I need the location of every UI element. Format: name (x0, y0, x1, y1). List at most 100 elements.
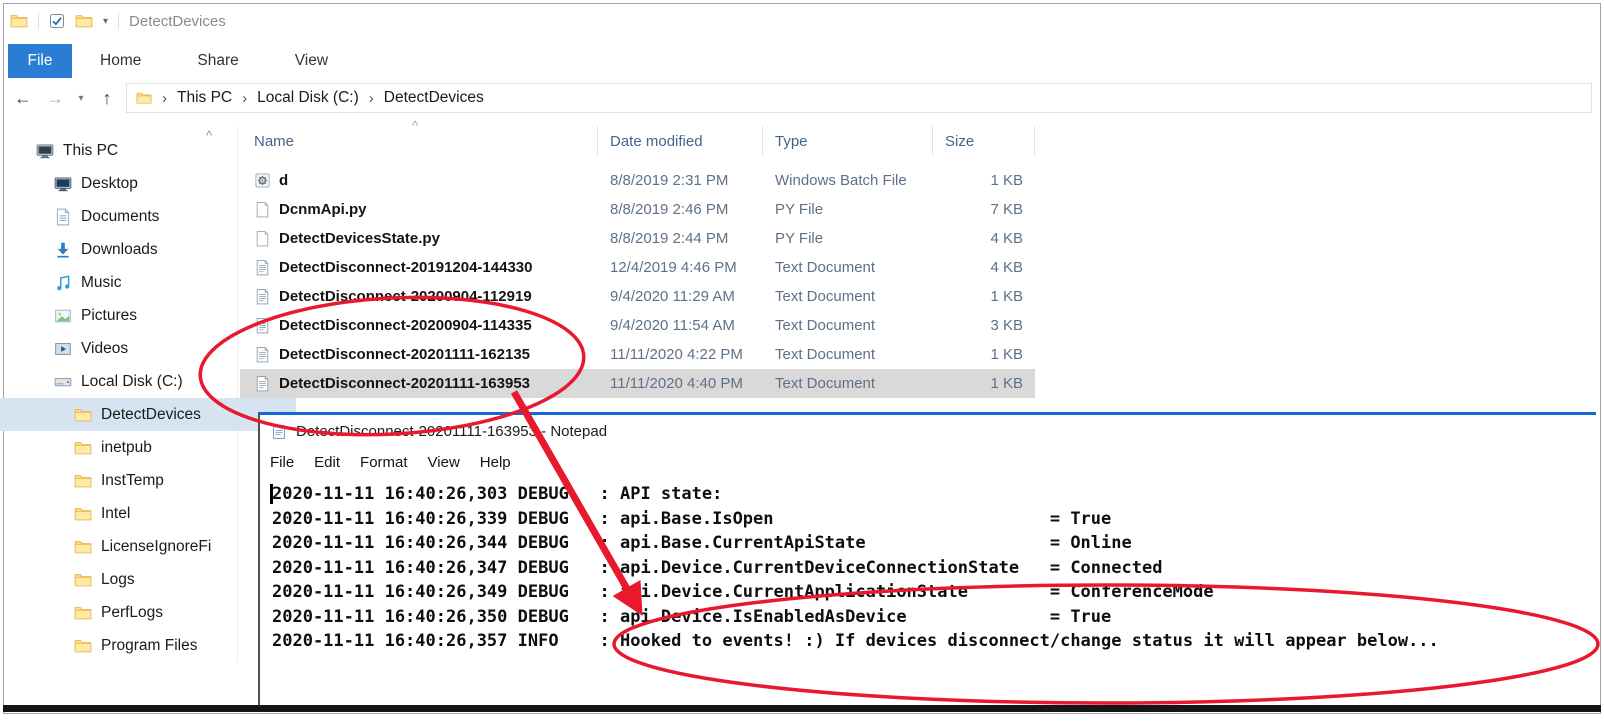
screenshot-root: ▾ DetectDevices File Home Share View ← →… (0, 0, 1604, 726)
sidebar-item-perflogs[interactable]: PerfLogs (0, 596, 296, 629)
back-icon[interactable]: ← (10, 88, 36, 109)
toolbar-divider (118, 13, 119, 29)
menu-format[interactable]: Format (350, 454, 418, 471)
drive-icon (54, 373, 72, 391)
file-date: 8/8/2019 2:31 PM (598, 172, 763, 189)
column-header-date-modified[interactable]: Date modified (598, 126, 763, 156)
py-file-icon (254, 201, 271, 218)
sidebar-item-downloads[interactable]: Downloads (0, 233, 276, 266)
file-row[interactable]: DetectDisconnect-20201111-162135 11/11/2… (240, 340, 1035, 369)
sidebar-item-label: inetpub (101, 439, 152, 457)
notepad-text-area[interactable]: 2020-11-11 16:40:26,303 DEBUG : API stat… (260, 477, 1596, 654)
new-folder-icon[interactable] (75, 12, 93, 30)
sidebar-item-detectdevices[interactable]: DetectDevices (0, 398, 296, 431)
file-row[interactable]: DetectDisconnect-20200904-114335 9/4/202… (240, 311, 1035, 340)
ribbon-tabs: File Home Share View (8, 44, 356, 78)
checkbox-icon[interactable] (49, 13, 65, 29)
sidebar-item-local-disk-c[interactable]: Local Disk (C:) (0, 365, 276, 398)
column-header-size[interactable]: Size (933, 126, 1035, 156)
file-type: Text Document (763, 317, 933, 334)
file-name: DetectDisconnect-20200904-114335 (279, 317, 532, 334)
breadcrumb-chevron-icon: › (160, 90, 169, 107)
log-line: 2020-11-11 16:40:26,344 DEBUG : api.Base… (272, 531, 1596, 556)
file-date: 11/11/2020 4:40 PM (598, 375, 763, 392)
breadcrumb-item-detectdevices[interactable]: DetectDevices (384, 89, 484, 107)
file-row-selected[interactable]: DetectDisconnect-20201111-163953 11/11/2… (240, 369, 1035, 398)
sort-ascending-icon: ^ (412, 118, 418, 133)
file-row[interactable]: DetectDisconnect-20200904-112919 9/4/202… (240, 282, 1035, 311)
sidebar-item-licenseignorefi[interactable]: LicenseIgnoreFi (0, 530, 296, 563)
breadcrumb-item-local-disk[interactable]: Local Disk (C:) (257, 89, 359, 107)
column-headers: ^ Name Date modified Type Size (240, 126, 1035, 156)
sidebar-item-logs[interactable]: Logs (0, 563, 296, 596)
up-icon[interactable]: ↑ (94, 88, 120, 109)
notepad-titlebar[interactable]: DetectDisconnect-20201111-163953 - Notep… (260, 415, 1596, 448)
file-size: 1 KB (933, 172, 1035, 189)
sidebar-item-this-pc[interactable]: This PC (0, 134, 258, 167)
file-size: 3 KB (933, 317, 1035, 334)
breadcrumb[interactable]: › This PC › Local Disk (C:) › DetectDevi… (126, 83, 1592, 113)
menu-file[interactable]: File (260, 454, 304, 471)
sidebar-item-videos[interactable]: Videos (0, 332, 276, 365)
file-name: DcnmApi.py (279, 201, 367, 218)
this-pc-icon (36, 142, 54, 160)
file-row[interactable]: DetectDevicesState.py 8/8/2019 2:44 PM P… (240, 224, 1035, 253)
column-header-name[interactable]: Name (240, 126, 598, 156)
folder-icon (74, 472, 92, 490)
file-row[interactable]: d 8/8/2019 2:31 PM Windows Batch File 1 … (240, 166, 1035, 195)
menu-edit[interactable]: Edit (304, 454, 350, 471)
breadcrumb-chevron-icon: › (240, 90, 249, 107)
sidebar-item-label: This PC (63, 142, 118, 160)
file-name: DetectDevicesState.py (279, 230, 440, 247)
sidebar-item-pictures[interactable]: Pictures (0, 299, 276, 332)
log-line: 2020-11-11 16:40:26,350 DEBUG : api.Devi… (272, 605, 1596, 630)
text-file-icon (254, 259, 271, 276)
sidebar-item-music[interactable]: Music (0, 266, 276, 299)
text-file-icon (254, 375, 271, 392)
sidebar-item-desktop[interactable]: Desktop (0, 167, 276, 200)
picture-icon (54, 307, 72, 325)
tab-home[interactable]: Home (72, 44, 169, 78)
sidebar-item-label: Program Files (101, 637, 197, 655)
sidebar-item-label: DetectDevices (101, 406, 201, 424)
file-name: DetectDisconnect-20201111-163953 (279, 375, 530, 392)
file-type: Text Document (763, 288, 933, 305)
sidebar-item-program-files[interactable]: Program Files (0, 629, 296, 662)
log-line: 2020-11-11 16:40:26,349 DEBUG : api.Devi… (272, 580, 1596, 605)
history-caret-icon[interactable]: ▾ (74, 93, 88, 104)
forward-icon[interactable]: → (42, 88, 68, 109)
folder-icon (74, 505, 92, 523)
text-file-icon (254, 288, 271, 305)
folder-icon (74, 604, 92, 622)
file-name: DetectDisconnect-20200904-112919 (279, 288, 532, 305)
text-file-icon (254, 317, 271, 334)
log-line: 2020-11-11 16:40:26,303 DEBUG : API stat… (272, 482, 1596, 507)
menu-view[interactable]: View (418, 454, 470, 471)
breadcrumb-item-this-pc[interactable]: This PC (177, 89, 232, 107)
file-date: 8/8/2019 2:46 PM (598, 201, 763, 218)
file-type: Windows Batch File (763, 172, 933, 189)
file-rows: d 8/8/2019 2:31 PM Windows Batch File 1 … (240, 156, 1035, 398)
sidebar-item-inetpub[interactable]: inetpub (0, 431, 296, 464)
sidebar-item-label: Logs (101, 571, 135, 589)
notepad-title: DetectDisconnect-20201111-163953 - Notep… (296, 423, 607, 440)
menu-help[interactable]: Help (470, 454, 521, 471)
column-header-type[interactable]: Type (763, 126, 933, 156)
file-type: Text Document (763, 375, 933, 392)
sidebar-item-label: Downloads (81, 241, 158, 259)
file-row[interactable]: DcnmApi.py 8/8/2019 2:46 PM PY File 7 KB (240, 195, 1035, 224)
sidebar-item-insttemp[interactable]: InstTemp (0, 464, 296, 497)
folder-icon (74, 538, 92, 556)
toolbar-dropdown-caret-icon[interactable]: ▾ (103, 16, 108, 27)
sidebar-item-documents[interactable]: Documents (0, 200, 276, 233)
tab-view[interactable]: View (267, 44, 356, 78)
address-bar: ← → ▾ ↑ › This PC › Local Disk (C:) › De… (10, 82, 1592, 114)
tab-file[interactable]: File (8, 44, 72, 78)
tab-share[interactable]: Share (169, 44, 266, 78)
file-date: 9/4/2020 11:29 AM (598, 288, 763, 305)
file-list: ^ Name Date modified Type Size d 8/8/201… (240, 126, 1035, 398)
folder-icon[interactable] (10, 12, 28, 30)
file-row[interactable]: DetectDisconnect-20191204-144330 12/4/20… (240, 253, 1035, 282)
folder-icon (74, 406, 92, 424)
sidebar-item-intel[interactable]: Intel (0, 497, 296, 530)
